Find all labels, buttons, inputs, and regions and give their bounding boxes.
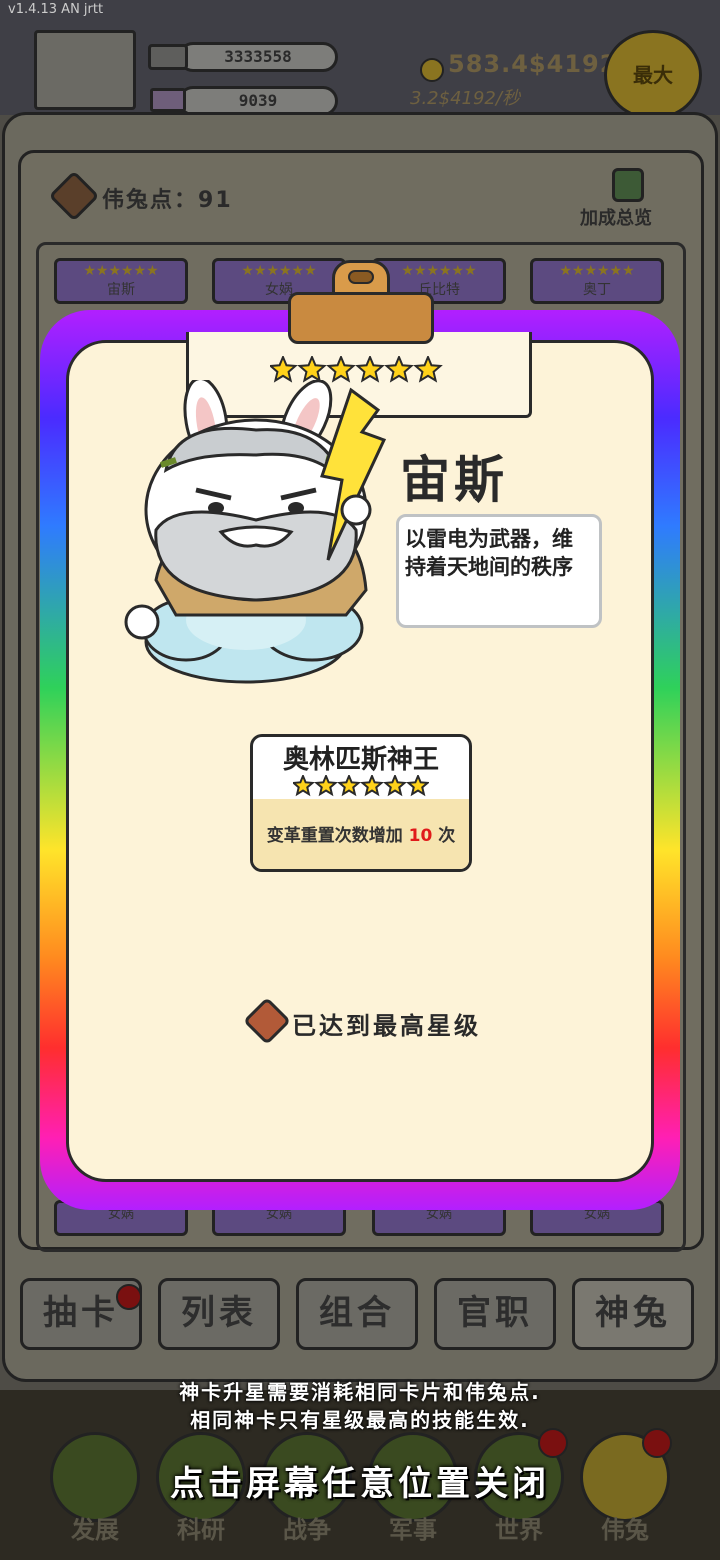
hint-line-1: 神卡升星需要消耗相同卡片和伟兔点. — [179, 1380, 541, 1404]
hint-line-2: 相同神卡只有星级最高的技能生效. — [190, 1408, 530, 1432]
skill-card: 奥林匹斯神王 变革重置次数增加 10 次 — [250, 734, 472, 872]
nav-develop-label[interactable]: 发展 — [40, 1510, 150, 1545]
tab-divine-rabbit[interactable]: 神兔 — [572, 1278, 694, 1350]
tab-combo[interactable]: 组合 — [296, 1278, 418, 1350]
star-icon — [384, 356, 414, 383]
clipboard-clip — [288, 292, 434, 344]
star-icon — [297, 356, 327, 383]
nav-research-label[interactable]: 科研 — [146, 1510, 256, 1545]
notification-dot — [116, 1284, 142, 1310]
mail-icon[interactable] — [150, 88, 186, 112]
bonus-overview-button[interactable]: 加成总览 — [580, 204, 652, 230]
star-icon — [314, 775, 338, 797]
mini-card[interactable]: ★★★★★★ 奥丁 — [530, 258, 664, 304]
star-icon — [360, 775, 384, 797]
star-icon — [293, 775, 315, 797]
star-icon — [355, 356, 385, 383]
version-label: v1.4.13 AN jrtt — [8, 2, 104, 17]
god-description: 以雷电为武器，维持着天地间的秩序 — [396, 514, 602, 628]
skill-effect-value: 10 — [408, 826, 433, 846]
skill-star-rating — [293, 775, 429, 797]
nav-rabbit-label[interactable]: 伟兔 — [570, 1510, 680, 1545]
mini-card[interactable]: ★★★★★★ 宙斯 — [54, 258, 188, 304]
gold-amount: 583.4$4192 — [448, 50, 618, 78]
points-label: 伟兔点：91 — [102, 188, 233, 213]
star-icon — [406, 775, 429, 797]
gold-rate: 3.2$4192/秒 — [410, 88, 520, 109]
nav-war-label[interactable]: 战争 — [252, 1510, 362, 1545]
skill-effect: 变革重置次数增加 10 次 — [253, 799, 469, 869]
bonus-list-icon[interactable] — [612, 168, 644, 202]
building-icon — [148, 44, 188, 70]
player-avatar[interactable] — [34, 30, 136, 110]
max-button[interactable]: 最大 — [604, 30, 702, 120]
max-level-text: 已达到最高星级 — [292, 1012, 481, 1040]
tab-office[interactable]: 官职 — [434, 1278, 556, 1350]
clip-hole — [348, 270, 374, 284]
close-hint[interactable]: 点击屏幕任意位置关闭 — [0, 1456, 720, 1505]
star-icon — [270, 356, 298, 383]
skill-name: 奥林匹斯神王 — [282, 745, 439, 775]
star-icon — [337, 775, 361, 797]
star-icon — [326, 356, 356, 383]
coin-icon — [420, 58, 444, 82]
star-icon — [383, 775, 407, 797]
stat-pill-1: 3333558 — [178, 42, 338, 72]
star-icon — [413, 356, 443, 383]
tab-list[interactable]: 列表 — [158, 1278, 280, 1350]
nav-world-label[interactable]: 世界 — [464, 1510, 574, 1545]
zeus-rabbit-illustration — [124, 380, 387, 684]
nav-military-label[interactable]: 军事 — [358, 1510, 468, 1545]
points-value: 91 — [198, 188, 233, 213]
god-name: 宙斯 — [400, 451, 508, 509]
